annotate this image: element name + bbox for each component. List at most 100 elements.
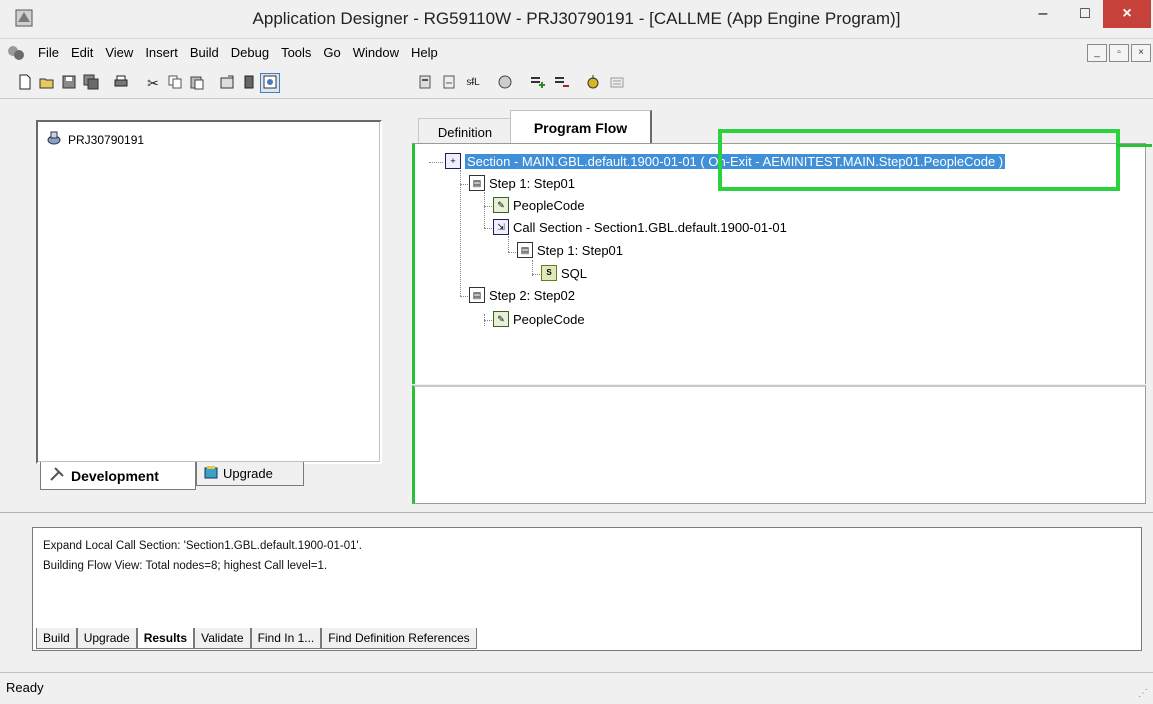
project-tree-root[interactable]: PRJ30790191 — [46, 130, 144, 149]
tree-line — [508, 252, 516, 253]
open-icon[interactable] — [38, 74, 56, 92]
print-icon[interactable] — [112, 74, 130, 92]
highlight-box — [718, 129, 1120, 191]
menu-debug[interactable]: Debug — [225, 45, 275, 60]
save-all-icon[interactable] — [82, 74, 100, 92]
tree-node-step1-peoplecode-label: PeopleCode — [513, 197, 585, 213]
tab-upgrade[interactable]: Upgrade — [196, 462, 304, 486]
properties-icon[interactable] — [218, 74, 236, 92]
insert-step-icon[interactable] — [528, 74, 546, 92]
toolbar: ✂ sᵮL — [0, 68, 1153, 99]
cut-icon[interactable]: ✂ — [144, 74, 162, 92]
tree-line — [484, 206, 492, 207]
tree-line — [484, 192, 485, 228]
tree-node-call-section[interactable]: ⇲ Call Section - Section1.GBL.default.19… — [493, 219, 787, 235]
tree-node-call-step1-label: Step 1: Step01 — [537, 242, 624, 258]
tab-development[interactable]: Development — [40, 462, 196, 490]
tree-line — [460, 184, 468, 185]
tab-program-flow[interactable]: Program Flow — [510, 110, 652, 144]
tab-upgrade-output[interactable]: Upgrade — [76, 628, 137, 649]
tab-development-label: Development — [71, 467, 159, 484]
tree-node-call-sql[interactable]: S SQL — [541, 265, 587, 281]
maximize-button[interactable]: □ — [1064, 0, 1106, 28]
menu-edit[interactable]: Edit — [65, 45, 99, 60]
menu-go[interactable]: Go — [317, 45, 346, 60]
window-title: Application Designer - RG59110W - PRJ307… — [252, 9, 901, 28]
output-line: Building Flow View: Total nodes=8; highe… — [43, 560, 328, 572]
tree-line — [532, 274, 540, 275]
tree-line — [508, 236, 509, 252]
tree-node-step2[interactable]: ▤ Step 2: Step02 — [469, 287, 575, 303]
section-node-icon: + — [445, 153, 461, 169]
menu-window[interactable]: Window — [347, 45, 405, 60]
tree-line — [460, 296, 468, 297]
menu-view[interactable]: View — [99, 45, 139, 60]
tree-node-call-sql-label: SQL — [561, 265, 588, 281]
tab-definition[interactable]: Definition — [418, 118, 511, 145]
mdi-controls: _ ▫ × — [1087, 44, 1151, 62]
tab-find-definition-references[interactable]: Find Definition References — [321, 628, 477, 649]
menu-file[interactable]: File — [32, 45, 65, 60]
tab-validate[interactable]: Validate — [194, 628, 251, 649]
tree-line — [460, 170, 461, 296]
step-node-icon: ▤ — [469, 175, 485, 191]
minimize-button[interactable]: – — [1022, 0, 1064, 28]
menu-help[interactable]: Help — [405, 45, 444, 60]
mdi-restore-button[interactable]: ▫ — [1109, 44, 1129, 62]
menu-items: File Edit View Insert Build Debug Tools … — [32, 45, 444, 60]
copy-icon[interactable] — [166, 74, 184, 92]
tree-node-step1-label: Step 1: Step01 — [489, 175, 576, 191]
tab-build[interactable]: Build — [36, 628, 77, 649]
tab-results[interactable]: Results — [136, 628, 195, 649]
tree-node-call-section-label: Call Section - Section1.GBL.default.1900… — [513, 219, 787, 235]
output-text: Expand Local Call Section: 'Section1.GBL… — [43, 536, 362, 576]
peoplecode-icon[interactable] — [496, 74, 514, 92]
project-icon[interactable] — [240, 74, 258, 92]
section-icon[interactable] — [416, 74, 434, 92]
project-workspace-panel: PRJ30790191 — [36, 120, 382, 464]
title-bar: Application Designer - RG59110W - PRJ307… — [0, 0, 1153, 39]
document-menu-icon[interactable] — [6, 43, 26, 63]
tab-upgrade-label: Upgrade — [223, 466, 273, 481]
save-icon[interactable] — [60, 74, 78, 92]
status-text: Ready — [6, 680, 44, 695]
sql-icon[interactable]: sᵮL — [464, 74, 482, 92]
tree-node-call-step1[interactable]: ▤ Step 1: Step01 — [517, 242, 623, 258]
project-workspace-icon[interactable] — [260, 73, 280, 93]
peoplecode-node-icon: ✎ — [493, 311, 509, 327]
status-bar: Ready — [0, 672, 1153, 704]
run-icon[interactable] — [584, 74, 602, 92]
tree-node-step1[interactable]: ▤ Step 1: Step01 — [469, 175, 575, 191]
project-icon — [46, 130, 62, 149]
tree-line — [484, 320, 492, 321]
tree-line — [484, 228, 492, 229]
tree-line — [429, 162, 443, 163]
mdi-close-button[interactable]: × — [1131, 44, 1151, 62]
paste-icon[interactable] — [188, 74, 206, 92]
output-tabs: Build Upgrade Results Validate Find In 1… — [36, 628, 477, 649]
log-icon[interactable] — [608, 74, 626, 92]
resize-grip-icon[interactable]: ⋰ — [1138, 688, 1148, 699]
step-node-icon: ▤ — [469, 287, 485, 303]
flow-detail-pane — [412, 385, 1146, 504]
step-icon[interactable] — [440, 74, 458, 92]
call-section-node-icon: ⇲ — [493, 219, 509, 235]
tree-node-step2-peoplecode-label: PeopleCode — [513, 311, 585, 327]
splitter[interactable] — [0, 512, 1153, 513]
highlight-line — [1116, 144, 1152, 147]
tree-node-step2-peoplecode[interactable]: ✎ PeopleCode — [493, 311, 585, 327]
sql-node-icon: S — [541, 265, 557, 281]
tab-find-in[interactable]: Find In 1... — [250, 628, 322, 649]
menu-build[interactable]: Build — [184, 45, 225, 60]
menu-tools[interactable]: Tools — [275, 45, 317, 60]
tree-node-step2-label: Step 2: Step02 — [489, 287, 576, 303]
delete-step-icon[interactable] — [552, 74, 570, 92]
menu-insert[interactable]: Insert — [139, 45, 184, 60]
peoplecode-node-icon: ✎ — [493, 197, 509, 213]
output-line: Expand Local Call Section: 'Section1.GBL… — [43, 540, 362, 552]
mdi-minimize-button[interactable]: _ — [1087, 44, 1107, 62]
tree-node-step1-peoplecode[interactable]: ✎ PeopleCode — [493, 197, 585, 213]
step-node-icon: ▤ — [517, 242, 533, 258]
close-button[interactable]: × — [1103, 0, 1151, 28]
new-icon[interactable] — [16, 74, 34, 92]
